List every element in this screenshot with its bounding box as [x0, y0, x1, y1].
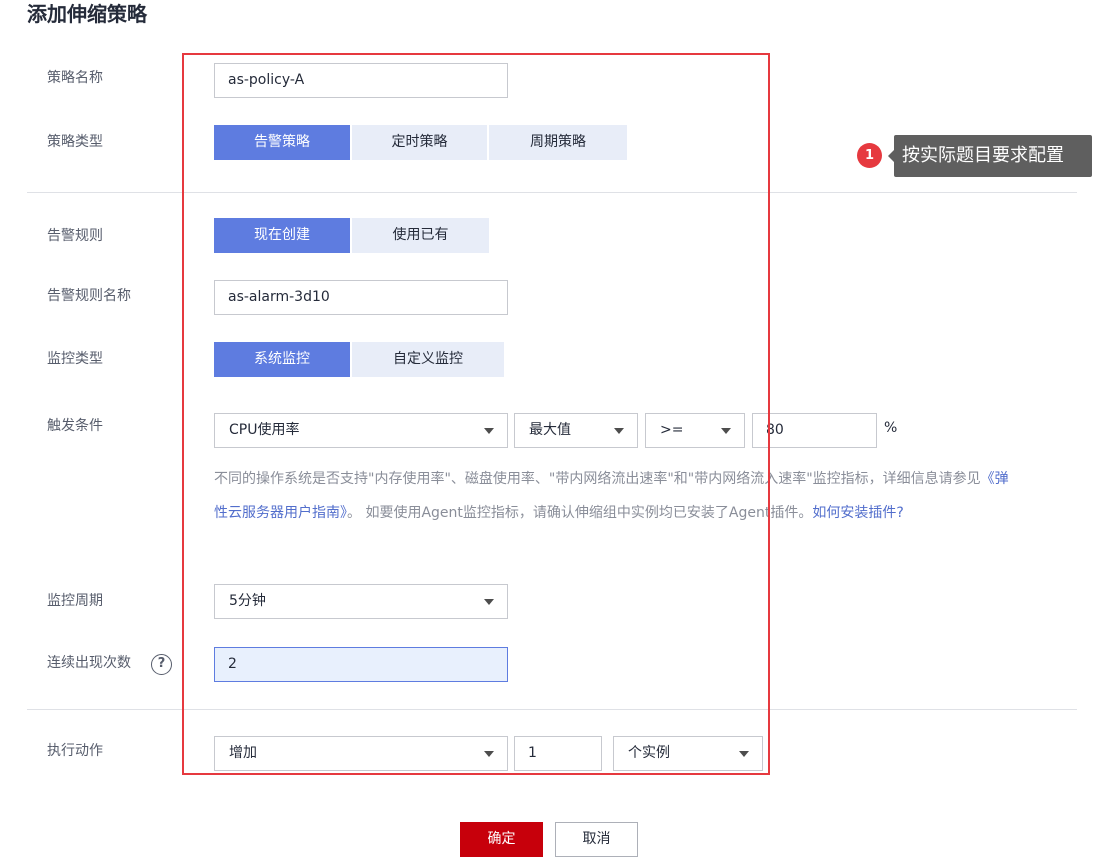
annotation-tooltip: 按实际题目要求配置 — [888, 135, 1092, 177]
consecutive-count-input[interactable]: 2 — [214, 647, 508, 682]
aggregation-select[interactable]: 最大值 — [514, 413, 638, 448]
annotation-badge: 1 — [857, 143, 882, 168]
question-circle-icon[interactable]: ? — [151, 654, 172, 675]
monitor-type-custom-tab[interactable]: 自定义监控 — [352, 342, 504, 377]
section-divider — [27, 709, 1077, 710]
alarm-rule-name-label: 告警规则名称 — [47, 288, 131, 304]
monitor-period-select-value: 5分钟 — [229, 593, 266, 609]
alarm-rule-existing-tab[interactable]: 使用已有 — [352, 218, 489, 253]
confirm-button[interactable]: 确定 — [460, 822, 543, 857]
monitor-period-label: 监控周期 — [47, 593, 103, 609]
chevron-down-icon — [484, 599, 494, 605]
action-count-input[interactable]: 1 — [514, 736, 602, 771]
threshold-unit: % — [884, 420, 898, 436]
monitor-type-system-tab[interactable]: 系统监控 — [214, 342, 350, 377]
help-text-part-2: 。 如要使用Agent监控指标，请确认伸缩组中实例均已安装了Agent插件。 — [347, 505, 813, 521]
action-label: 执行动作 — [47, 743, 103, 759]
operator-select[interactable]: >= — [645, 413, 745, 448]
trigger-label: 触发条件 — [47, 418, 103, 434]
monitor-type-label: 监控类型 — [47, 351, 103, 367]
action-unit-select-value: 个实例 — [628, 745, 670, 761]
alarm-rule-create-tab[interactable]: 现在创建 — [214, 218, 350, 253]
policy-name-label: 策略名称 — [47, 70, 103, 86]
policy-type-label: 策略类型 — [47, 134, 103, 150]
action-operation-select[interactable]: 增加 — [214, 736, 508, 771]
metric-select-value: CPU使用率 — [229, 422, 300, 438]
monitor-period-select[interactable]: 5分钟 — [214, 584, 508, 619]
metric-select[interactable]: CPU使用率 — [214, 413, 508, 448]
alarm-rule-name-input[interactable]: as-alarm-3d10 — [214, 280, 508, 315]
alarm-rule-label: 告警规则 — [47, 228, 103, 244]
section-divider — [27, 192, 1077, 193]
aggregation-select-value: 最大值 — [529, 422, 571, 438]
threshold-input[interactable]: 80 — [752, 413, 877, 448]
policy-type-alarm-tab[interactable]: 告警策略 — [214, 125, 350, 160]
help-text-part-1: 不同的操作系统是否支持"内存使用率"、磁盘使用率、"带内网络流出速率"和"带内网… — [214, 471, 981, 487]
consecutive-count-label: 连续出现次数 — [47, 655, 131, 671]
metric-help-text: 不同的操作系统是否支持"内存使用率"、磁盘使用率、"带内网络流出速率"和"带内网… — [214, 462, 1014, 530]
policy-type-scheduled-tab[interactable]: 定时策略 — [352, 125, 487, 160]
chevron-down-icon — [484, 751, 494, 757]
chevron-down-icon — [484, 428, 494, 434]
policy-name-input[interactable]: as-policy-A — [214, 63, 508, 98]
action-operation-select-value: 增加 — [229, 745, 257, 761]
cancel-button[interactable]: 取消 — [555, 822, 638, 857]
chevron-down-icon — [739, 751, 749, 757]
operator-select-value: >= — [660, 422, 684, 438]
policy-type-periodic-tab[interactable]: 周期策略 — [489, 125, 627, 160]
page-title: 添加伸缩策略 — [27, 2, 147, 26]
chevron-down-icon — [614, 428, 624, 434]
chevron-down-icon — [721, 428, 731, 434]
action-unit-select[interactable]: 个实例 — [613, 736, 763, 771]
install-agent-link[interactable]: 如何安装插件? — [812, 505, 903, 521]
